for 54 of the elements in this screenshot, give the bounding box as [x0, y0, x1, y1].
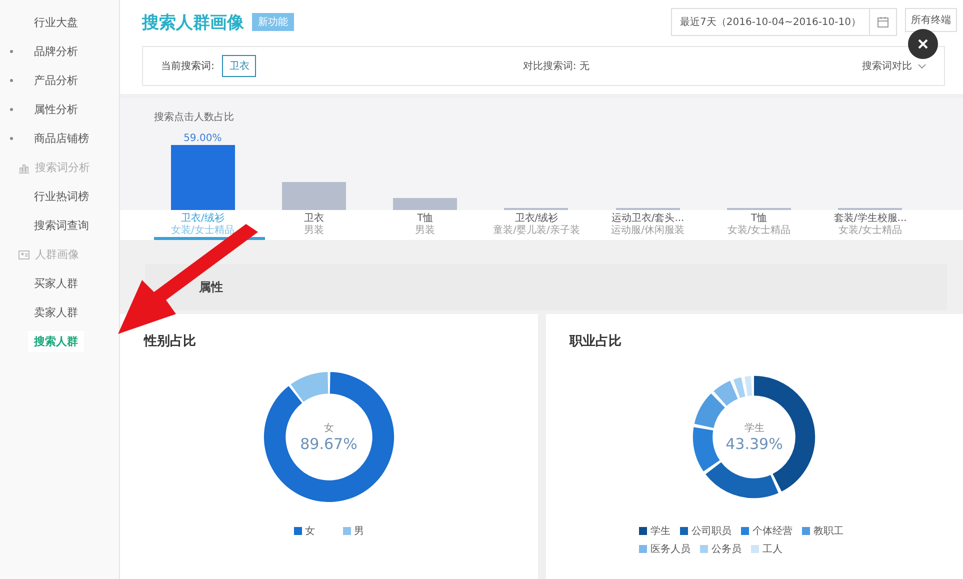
sidebar-item[interactable]: 搜索词查询: [28, 215, 95, 236]
close-icon: [917, 38, 929, 50]
legend-label: 个体经营: [752, 524, 792, 538]
sidebar-item[interactable]: 商品店铺榜: [28, 128, 95, 149]
sidebar-item[interactable]: 行业热词榜: [28, 186, 95, 207]
current-term-label: 当前搜索词:: [161, 60, 214, 73]
bar: [170, 145, 235, 210]
bar-chart-icon: [18, 162, 30, 174]
legend-label: 公务员: [711, 543, 742, 556]
current-term-tag: 卫衣: [222, 55, 256, 77]
bullet-icon: [10, 137, 13, 140]
legend-label: 女: [304, 525, 315, 538]
people-icon: [18, 248, 30, 260]
sidebar-item[interactable]: 品牌分析: [28, 41, 84, 62]
bar: [282, 182, 346, 210]
bullet-icon: [10, 108, 13, 111]
center-label: 学生: [744, 422, 764, 435]
section-label: 人群画像: [35, 247, 79, 262]
chart-title: 搜索点击人数占比: [154, 110, 235, 124]
terminal-dropdown[interactable]: 所有终端: [905, 8, 957, 32]
sidebar-item[interactable]: 卖家人群: [28, 302, 84, 323]
category-tab[interactable]: 运动卫衣/套头... 运动服/休闲服装: [599, 210, 710, 240]
page-title: 搜索人群画像: [142, 12, 244, 34]
legend-label: 工人: [762, 543, 782, 556]
bullet-icon: [10, 79, 13, 82]
card-title: 职业占比: [570, 333, 622, 350]
center-value: 43.39%: [726, 435, 783, 453]
bullet-icon: [10, 50, 13, 53]
compare-term-label: 对比搜索词: 无: [522, 60, 590, 73]
new-badge: 新功能: [252, 13, 294, 31]
center-value: 89.67%: [300, 435, 358, 453]
legend-label: 教职工: [813, 525, 844, 538]
card-title: 性别占比: [144, 333, 196, 350]
category-tab[interactable]: T恤 男装: [376, 210, 488, 240]
category-tab[interactable]: T恤 女装/女士精品: [710, 210, 822, 240]
sidebar-item[interactable]: 买家人群: [28, 273, 84, 294]
section-label: 搜索词分析: [35, 160, 90, 175]
sidebar-item[interactable]: 属性分析: [28, 99, 84, 120]
section-title: 属性: [199, 278, 223, 296]
category-tab[interactable]: 卫衣 男装: [265, 210, 377, 240]
sidebar-item[interactable]: 产品分析: [28, 70, 84, 91]
legend-label: 公司职员: [691, 525, 732, 538]
bar-value: 59.00%: [184, 133, 222, 144]
legend-label: 男: [354, 525, 364, 538]
compare-dropdown[interactable]: 搜索词对比: [856, 58, 932, 74]
date-range-picker[interactable]: 最近7天（2016-10-04~2016-10-10）: [671, 8, 897, 36]
sidebar-item[interactable]: 行业大盘: [28, 12, 84, 33]
center-label: 女: [324, 422, 334, 435]
category-tab[interactable]: 套装/学生校服... 女装/女士精品: [822, 210, 933, 240]
bar: [393, 198, 458, 210]
category-tab[interactable]: 卫衣/绒衫 童装/婴儿装/亲子装: [488, 210, 600, 240]
caret-icon: [918, 64, 926, 69]
legend-label: 医务人员: [650, 543, 690, 556]
legend-label: 学生: [650, 524, 670, 538]
